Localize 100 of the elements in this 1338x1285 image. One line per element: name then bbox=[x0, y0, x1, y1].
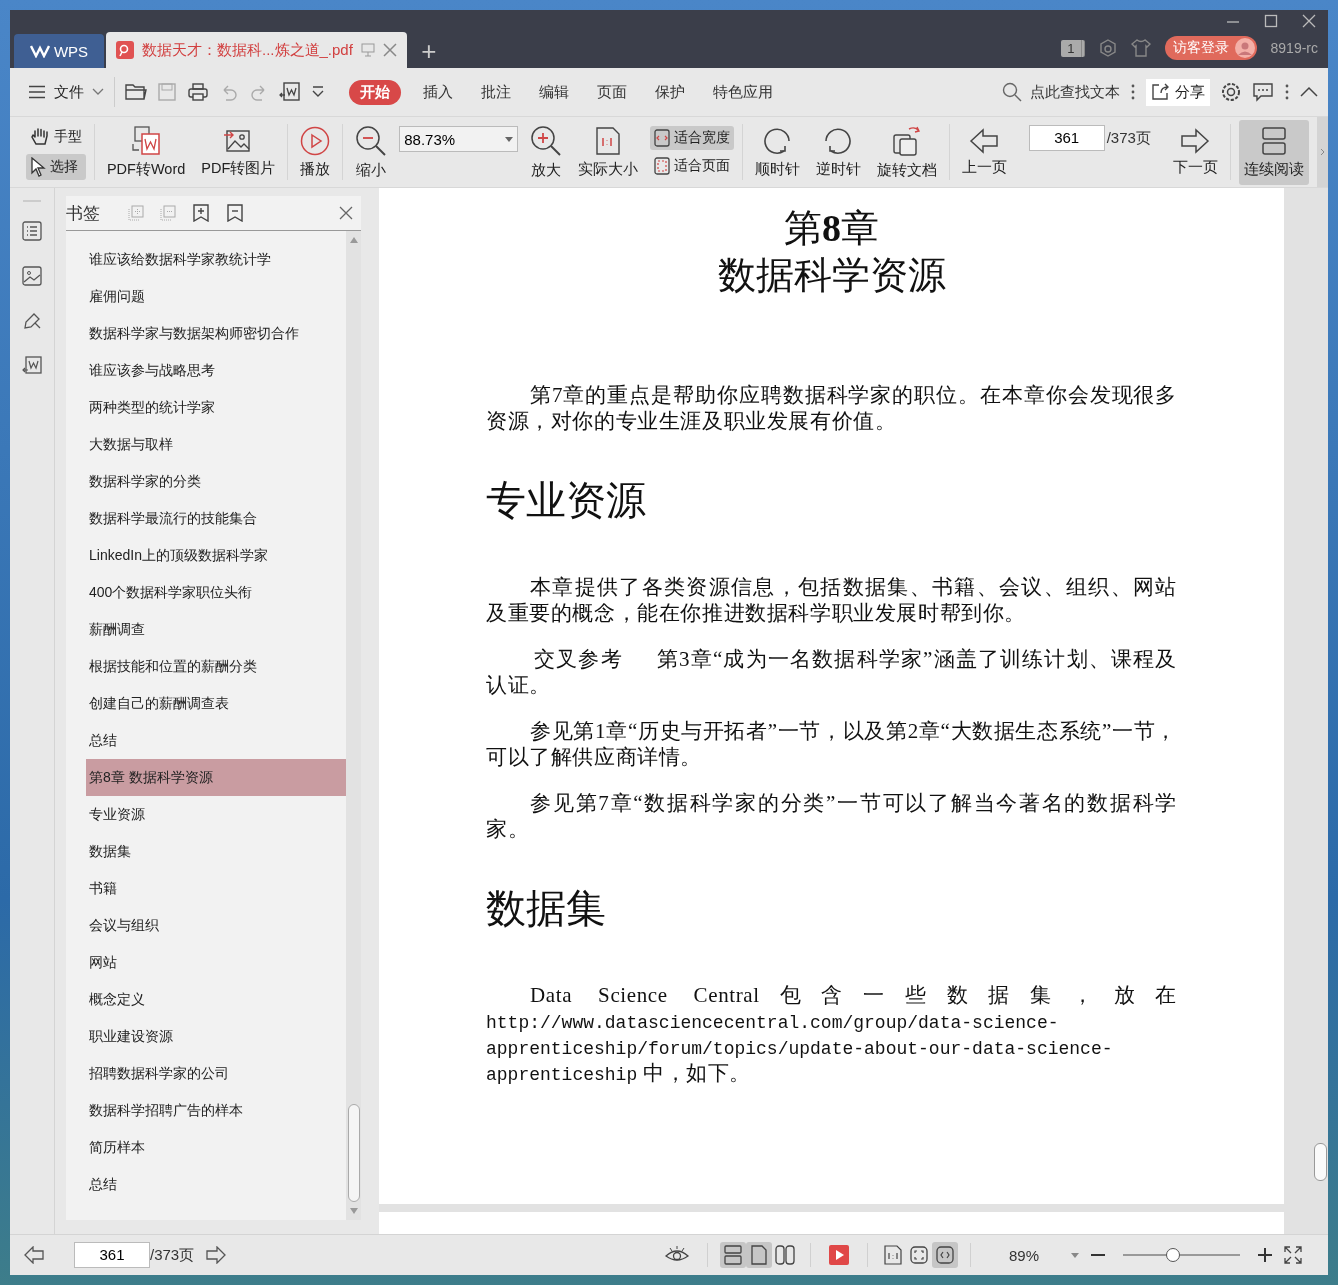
bookmark-item[interactable]: 根据技能和位置的薪酬分类 bbox=[86, 648, 346, 685]
zoom-level[interactable]: 89% bbox=[989, 1246, 1059, 1264]
slider-thumb[interactable] bbox=[1166, 1248, 1181, 1262]
previous-page-button[interactable]: 上一页 bbox=[957, 124, 1011, 180]
page-number-field[interactable]: 361 bbox=[74, 1242, 150, 1268]
ribbon-tab[interactable]: 保护 bbox=[649, 79, 691, 105]
fit-page-button[interactable]: 适合页面 bbox=[649, 154, 734, 178]
close-icon[interactable] bbox=[1302, 14, 1316, 28]
menu-icon bbox=[28, 85, 46, 99]
actual-size-icon bbox=[594, 125, 621, 156]
remove-bookmark-icon[interactable] bbox=[226, 204, 244, 222]
bookmark-item[interactable]: 谁应该给数据科学家教统计学 bbox=[86, 241, 346, 278]
user-name[interactable]: 8919-rc bbox=[1270, 40, 1318, 56]
page-number-field[interactable]: 361 bbox=[1028, 125, 1105, 151]
scrollbar-thumb[interactable] bbox=[347, 1104, 360, 1202]
eye-icon[interactable] bbox=[665, 1246, 689, 1264]
ribbon-tab[interactable]: 页面 bbox=[591, 79, 633, 105]
list-icon[interactable] bbox=[22, 221, 42, 241]
bookmark-item[interactable]: 大数据与取样 bbox=[86, 426, 346, 463]
bookmark-item[interactable]: 招聘数据科学家的公司 bbox=[86, 1055, 346, 1092]
pdf-to-image-button[interactable]: PDF转图片 bbox=[197, 123, 280, 181]
play-button[interactable]: 播放 bbox=[296, 122, 335, 182]
bookmark-item[interactable]: 薪酬调查 bbox=[86, 611, 346, 648]
zoom-dropdown[interactable]: 88.73% bbox=[399, 126, 518, 152]
view-mode-button[interactable] bbox=[746, 1242, 772, 1268]
bookmark-item[interactable]: 数据科学家的分类 bbox=[86, 463, 346, 500]
ribbon-tab[interactable]: 编辑 bbox=[533, 79, 575, 105]
bookmark-item[interactable]: 雇佣问题 bbox=[86, 278, 346, 315]
wps-tab[interactable]: WPS bbox=[14, 34, 104, 68]
add-bookmark-icon[interactable] bbox=[192, 204, 210, 222]
bookmark-item[interactable]: 简历样本 bbox=[86, 1129, 346, 1166]
bookmark-item[interactable]: 职业建设资源 bbox=[86, 1018, 346, 1055]
settings-icon[interactable] bbox=[1220, 81, 1242, 103]
rotate-clockwise-button[interactable]: 顺时针 bbox=[750, 122, 804, 182]
ribbon-tab[interactable]: 插入 bbox=[417, 79, 459, 105]
bookmark-item[interactable]: 专业资源 bbox=[86, 796, 346, 833]
maximize-icon[interactable] bbox=[1264, 14, 1278, 28]
folder-icon[interactable] bbox=[125, 82, 147, 102]
scrollbar[interactable] bbox=[346, 231, 361, 1220]
bookmark-item[interactable]: 概念定义 bbox=[86, 981, 346, 1018]
bookmark-item[interactable]: 数据科学招聘广告的样本 bbox=[86, 1092, 346, 1129]
caret-icon[interactable] bbox=[1071, 1252, 1079, 1258]
fit-width-button[interactable]: 适合宽度 bbox=[649, 126, 734, 150]
bookmark-item[interactable]: 谁应该参与战略思考 bbox=[86, 352, 346, 389]
view-mode-button[interactable] bbox=[720, 1242, 746, 1268]
hand-tool-button[interactable]: 手型 bbox=[26, 124, 86, 150]
pdf-to-word-button[interactable]: PDF转Word bbox=[102, 122, 190, 182]
share-button[interactable]: 分享 bbox=[1146, 78, 1210, 106]
bookmark-item[interactable]: 数据集 bbox=[86, 833, 346, 870]
next-page-button[interactable]: 下一页 bbox=[1168, 124, 1222, 180]
shirt-icon[interactable] bbox=[1130, 39, 1151, 57]
bookmark-item[interactable]: 总结 bbox=[86, 722, 346, 759]
pen-icon[interactable] bbox=[22, 311, 42, 331]
bookmark-item[interactable]: 400个数据科学家职位头衔 bbox=[86, 574, 346, 611]
continuous-reading-button[interactable]: 连续阅读 bbox=[1238, 119, 1309, 185]
export-icon[interactable] bbox=[22, 356, 42, 376]
bookmark-item[interactable]: 书籍 bbox=[86, 870, 346, 907]
ribbon-tab[interactable]: 特色应用 bbox=[707, 79, 779, 105]
more-icon[interactable] bbox=[1284, 83, 1290, 101]
thumbnail-icon[interactable] bbox=[22, 266, 42, 286]
actual-size-button[interactable]: 实际大小 bbox=[573, 122, 642, 182]
scrollbar-thumb[interactable] bbox=[1314, 1143, 1327, 1181]
search-field[interactable]: 点此查找文本 bbox=[1002, 82, 1120, 102]
bookmark-item[interactable]: LinkedIn上的顶级数据科学家 bbox=[86, 537, 346, 574]
bookmark-item[interactable]: 数据科学最流行的技能集合 bbox=[86, 500, 346, 537]
bookmark-item[interactable]: 网站 bbox=[86, 944, 346, 981]
bookmark-item[interactable]: 总结 bbox=[86, 1166, 346, 1203]
right-arrow-icon[interactable] bbox=[206, 1246, 227, 1264]
fit-mode-button[interactable] bbox=[932, 1242, 958, 1268]
bookmark-item[interactable]: 创建自己的薪酬调查表 bbox=[86, 685, 346, 722]
bookmark-item[interactable]: 两种类型的统计学家 bbox=[86, 389, 346, 426]
zoom-in-button[interactable]: 放大 bbox=[525, 121, 566, 183]
dropdown-icon[interactable] bbox=[311, 85, 325, 99]
file-menu[interactable]: 文件 bbox=[28, 82, 104, 102]
play-icon[interactable] bbox=[829, 1245, 849, 1265]
ribbon-tab[interactable]: 批注 bbox=[475, 79, 517, 105]
zoom-out-button[interactable]: 缩小 bbox=[351, 121, 392, 183]
comment-icon[interactable] bbox=[1252, 82, 1274, 102]
caret-icon bbox=[92, 88, 104, 96]
window-count-badge[interactable]: 1 bbox=[1061, 39, 1085, 57]
ribbon-tab[interactable]: 开始 bbox=[349, 79, 401, 105]
single-page-icon bbox=[751, 1245, 767, 1265]
collapse-icon[interactable] bbox=[1300, 86, 1318, 98]
bookmark-item[interactable]: 会议与组织 bbox=[86, 907, 346, 944]
new-tab-button[interactable]: + bbox=[408, 34, 449, 68]
select-tool-button[interactable]: 选择 bbox=[26, 154, 86, 180]
zoom-in-icon[interactable] bbox=[1258, 1248, 1272, 1262]
document-tab[interactable]: 数据天才：数据科...炼之道_.pdf bbox=[106, 32, 407, 68]
more-icon[interactable] bbox=[1130, 83, 1136, 101]
view-mode-button[interactable] bbox=[772, 1242, 798, 1268]
rotate-document-button[interactable]: 旋转文档 bbox=[872, 121, 941, 183]
print-icon[interactable] bbox=[187, 82, 209, 102]
rotate-counterclockwise-button[interactable]: 逆时针 bbox=[811, 122, 865, 182]
fullscreen-icon[interactable] bbox=[1284, 1246, 1302, 1264]
bookmark-item[interactable]: 第8章 数据科学资源 bbox=[86, 759, 346, 796]
close-icon[interactable] bbox=[382, 43, 397, 57]
bookmark-item[interactable]: 数据科学家与数据架构师密切合作 bbox=[86, 315, 346, 352]
export-icon[interactable] bbox=[279, 81, 301, 103]
left-arrow-icon[interactable] bbox=[24, 1246, 44, 1264]
close-icon[interactable] bbox=[339, 206, 353, 220]
